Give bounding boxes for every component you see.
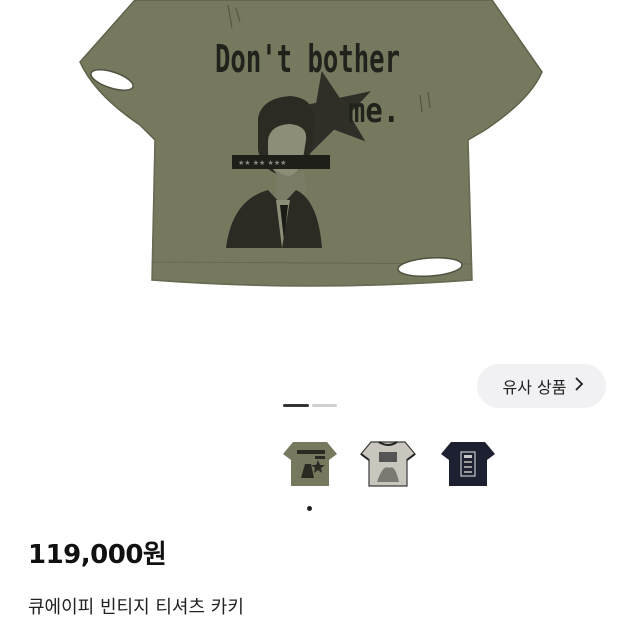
thumbnail-khaki[interactable] (281, 440, 339, 490)
print-text-line1: Don't bother (215, 37, 400, 81)
khaki-tshirt-illustration: ★★ ★★ ★★★ Don't bother me. (79, 0, 543, 287)
carousel-indicator-active (283, 404, 309, 407)
product-main-image[interactable]: ★★ ★★ ★★★ Don't bother me. (0, 0, 620, 350)
thumbnail-gray[interactable] (359, 440, 417, 490)
print-text-line2: me. (348, 91, 400, 131)
similar-products-button[interactable]: 유사 상품 (477, 364, 606, 408)
chevron-right-icon (574, 376, 584, 396)
product-title: 큐에이피 빈티지 티셔츠 카키 (28, 597, 244, 618)
thumbnail-strip (0, 440, 620, 490)
carousel-indicator-inactive (312, 404, 337, 407)
svg-text:★★ ★★ ★★★: ★★ ★★ ★★★ (238, 159, 286, 167)
product-price: 119,000원 (28, 540, 167, 570)
thumbnail-selected-dot (307, 506, 312, 511)
similar-products-label: 유사 상품 (502, 378, 567, 397)
thumbnail-black[interactable] (439, 440, 497, 490)
